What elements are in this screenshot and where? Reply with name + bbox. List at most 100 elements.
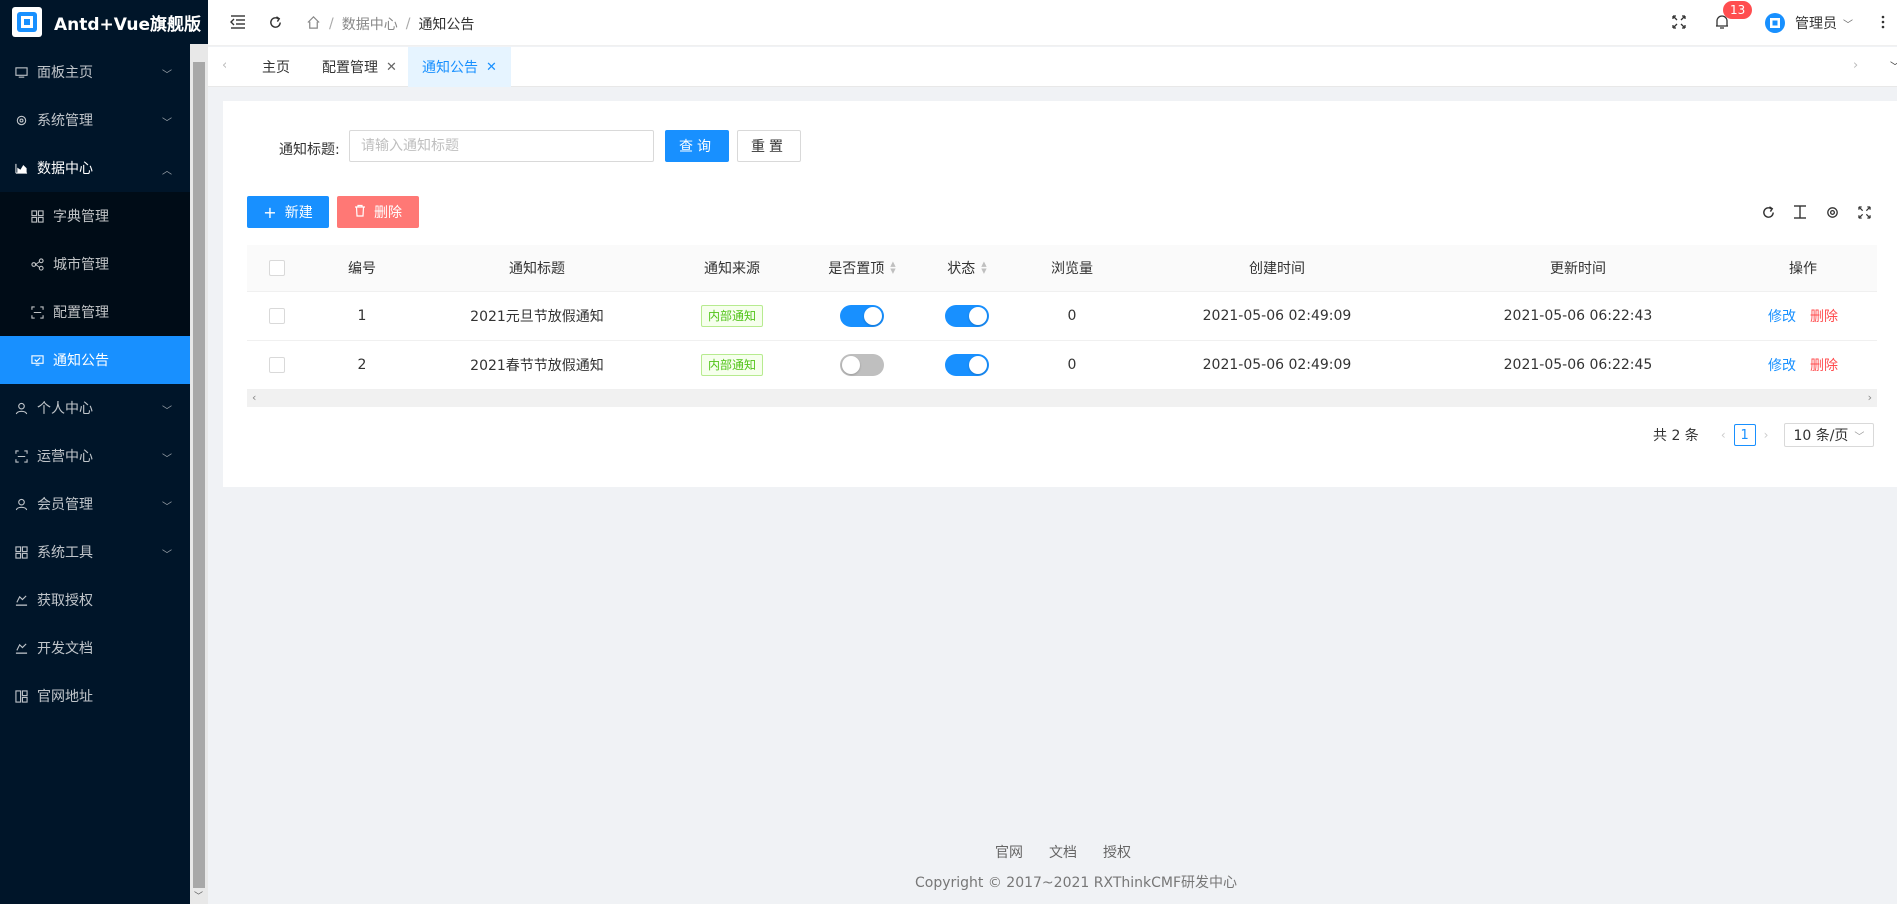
fullscreen-icon[interactable] bbox=[1855, 203, 1873, 221]
tab-config[interactable]: 配置管理 ✕ bbox=[308, 47, 411, 87]
logo[interactable]: Antd+Vue旗舰版 bbox=[0, 0, 208, 44]
sidebar-item-website[interactable]: 官网地址 bbox=[0, 672, 190, 720]
cell-updated: 2021-05-06 06:22:43 bbox=[1503, 308, 1653, 324]
area-chart-icon bbox=[14, 161, 28, 175]
tab-label: 通知公告 bbox=[422, 60, 478, 76]
sidebar-item-dashboard[interactable]: 面板主页 ﹀ bbox=[0, 48, 190, 96]
cell-id: 1 bbox=[357, 308, 367, 324]
sidebar-item-tools[interactable]: 系统工具 ﹀ bbox=[0, 528, 190, 576]
tabs-scroll-right-icon[interactable]: › bbox=[1853, 58, 1858, 73]
next-page-icon[interactable]: › bbox=[1764, 428, 1769, 442]
column-header-label: 是否置顶 bbox=[828, 261, 885, 277]
sidebar-scrollbar[interactable]: ﹀ bbox=[190, 44, 208, 904]
sidebar: Antd+Vue旗舰版 面板主页 ﹀ 系统管理 ﹀ 数据中心 ︿ 字典管理 城市… bbox=[0, 0, 208, 904]
reset-button[interactable]: 重置 bbox=[737, 130, 801, 162]
sidebar-item-data-center[interactable]: 数据中心 ︿ bbox=[0, 144, 190, 192]
dictionary-icon bbox=[30, 209, 44, 223]
cell-status bbox=[917, 341, 1017, 389]
sidebar-item-personal[interactable]: 个人中心 ﹀ bbox=[0, 384, 190, 432]
settings-icon[interactable] bbox=[1823, 203, 1841, 221]
prev-page-icon[interactable]: ‹ bbox=[1721, 428, 1726, 442]
switch-knob bbox=[864, 307, 882, 325]
sidebar-item-config[interactable]: 配置管理 bbox=[0, 288, 190, 336]
switch-knob bbox=[842, 356, 860, 374]
user-icon bbox=[14, 401, 28, 415]
reload-icon[interactable] bbox=[1759, 203, 1777, 221]
more-vertical-icon[interactable] bbox=[1874, 13, 1892, 31]
cell-title: 2021元旦节放假通知 bbox=[470, 309, 604, 325]
select-all-checkbox[interactable] bbox=[269, 260, 285, 276]
monitor-icon bbox=[14, 65, 28, 79]
row-checkbox-cell bbox=[247, 341, 307, 389]
row-checkbox[interactable] bbox=[269, 308, 285, 324]
cell-actions: 修改 删除 bbox=[1729, 341, 1877, 389]
column-header: 通知标题 bbox=[509, 261, 565, 277]
menu-fold-icon[interactable] bbox=[229, 13, 247, 31]
gear-icon bbox=[14, 113, 28, 127]
search-input[interactable] bbox=[349, 130, 654, 162]
scroll-down-icon[interactable]: ﹀ bbox=[194, 889, 203, 902]
cluster-icon bbox=[30, 257, 44, 271]
sidebar-item-operations[interactable]: 运营中心 ﹀ bbox=[0, 432, 190, 480]
notification-badge: 13 bbox=[1723, 1, 1753, 19]
close-icon[interactable]: ✕ bbox=[386, 60, 397, 75]
scan-icon bbox=[30, 305, 44, 319]
user-menu[interactable]: 管理员 ﹀ bbox=[1764, 12, 1853, 34]
user-icon bbox=[14, 497, 28, 511]
page-number-button[interactable]: 1 bbox=[1733, 424, 1756, 446]
sort-icon[interactable]: ▲ ▼ bbox=[890, 261, 895, 275]
sidebar-item-label: 获取授权 bbox=[37, 593, 93, 609]
breadcrumb-item[interactable]: 数据中心 bbox=[342, 14, 398, 34]
pinned-switch[interactable] bbox=[840, 354, 884, 376]
page-size-select[interactable]: 10 条/页 ﹀ bbox=[1784, 423, 1875, 447]
sidebar-item-notice[interactable]: 通知公告 bbox=[0, 336, 190, 384]
cell-pinned bbox=[807, 292, 917, 340]
column-header-sortable[interactable]: 是否置顶 ▲ ▼ bbox=[807, 245, 917, 291]
sidebar-item-label: 数据中心 bbox=[37, 161, 93, 177]
row-checkbox-cell bbox=[247, 292, 307, 340]
footer-link-website[interactable]: 官网 bbox=[995, 842, 1023, 862]
column-header: 编号 bbox=[348, 261, 376, 277]
home-icon[interactable] bbox=[306, 15, 321, 34]
pagination-total: 共 2 条 bbox=[1653, 428, 1699, 444]
status-switch[interactable] bbox=[945, 305, 989, 327]
new-button-label: 新建 bbox=[284, 205, 313, 221]
sidebar-item-docs[interactable]: 开发文档 bbox=[0, 624, 190, 672]
sort-icon[interactable]: ▲ ▼ bbox=[981, 261, 986, 275]
refresh-icon[interactable] bbox=[266, 13, 284, 31]
status-switch[interactable] bbox=[945, 354, 989, 376]
sidebar-item-members[interactable]: 会员管理 ﹀ bbox=[0, 480, 190, 528]
sidebar-item-label: 会员管理 bbox=[37, 497, 93, 513]
pinned-switch[interactable] bbox=[840, 305, 884, 327]
delete-link[interactable]: 删除 bbox=[1810, 306, 1838, 326]
table-horizontal-scrollbar[interactable]: ‹ › bbox=[247, 390, 1877, 407]
new-button[interactable]: + 新建 bbox=[247, 196, 329, 228]
close-icon[interactable]: ✕ bbox=[486, 60, 497, 75]
column-height-icon[interactable] bbox=[1791, 203, 1809, 221]
tab-home[interactable]: 主页 bbox=[248, 47, 304, 87]
tabs-scroll-left-icon[interactable]: ‹ bbox=[222, 58, 227, 73]
sidebar-item-system[interactable]: 系统管理 ﹀ bbox=[0, 96, 190, 144]
delete-button[interactable]: 删除 bbox=[337, 196, 419, 228]
header-checkbox-cell bbox=[247, 245, 307, 291]
query-button[interactable]: 查询 bbox=[665, 130, 729, 162]
sidebar-scroll-thumb[interactable] bbox=[193, 62, 205, 888]
delete-link[interactable]: 删除 bbox=[1810, 355, 1838, 375]
column-header-sortable[interactable]: 状态 ▲ ▼ bbox=[917, 245, 1017, 291]
footer-link-docs[interactable]: 文档 bbox=[1049, 842, 1077, 862]
source-tag: 内部通知 bbox=[700, 354, 763, 376]
tabs-dropdown-icon[interactable]: ﹀ bbox=[1890, 58, 1897, 73]
table-row: 2 2021春节节放假通知 内部通知 0 2021-05-06 02:49:09… bbox=[247, 341, 1877, 390]
scroll-right-icon[interactable]: › bbox=[1868, 391, 1872, 404]
edit-link[interactable]: 修改 bbox=[1768, 355, 1796, 375]
scroll-left-icon[interactable]: ‹ bbox=[252, 391, 256, 404]
sidebar-item-dictionary[interactable]: 字典管理 bbox=[0, 192, 190, 240]
footer-link-license[interactable]: 授权 bbox=[1103, 842, 1131, 862]
fullscreen-icon[interactable] bbox=[1670, 13, 1688, 31]
column-header: 通知来源 bbox=[704, 261, 760, 277]
sidebar-item-license[interactable]: 获取授权 bbox=[0, 576, 190, 624]
edit-link[interactable]: 修改 bbox=[1768, 306, 1796, 326]
sidebar-item-city[interactable]: 城市管理 bbox=[0, 240, 190, 288]
row-checkbox[interactable] bbox=[269, 357, 285, 373]
tab-notice[interactable]: 通知公告 ✕ bbox=[408, 47, 511, 87]
